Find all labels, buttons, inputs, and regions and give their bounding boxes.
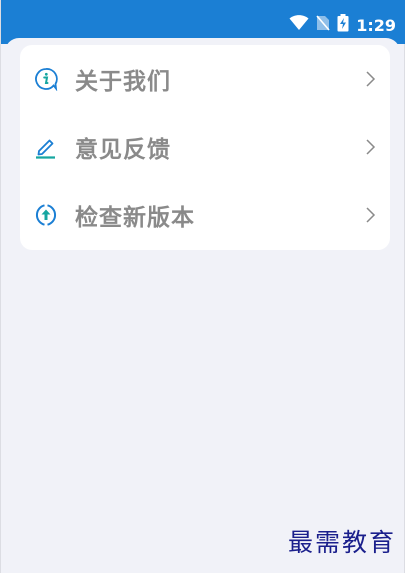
settings-screen: 1:29 关于我们 意见反馈 检查新版本 最需教育 <box>0 0 405 573</box>
wifi-icon <box>289 15 309 35</box>
battery-charging-icon <box>337 14 349 36</box>
chevron-right-icon <box>364 206 376 224</box>
menu-item-label: 意见反馈 <box>75 137 171 163</box>
chevron-right-icon <box>364 70 376 88</box>
status-icons: 1:29 <box>289 14 396 36</box>
menu-item-label: 检查新版本 <box>75 205 195 231</box>
menu-card: 关于我们 意见反馈 检查新版本 <box>20 45 390 250</box>
menu-item-feedback[interactable]: 意见反馈 <box>20 115 390 179</box>
chevron-right-icon <box>364 138 376 156</box>
info-icon <box>34 67 58 91</box>
update-icon <box>34 203 58 227</box>
menu-item-check-update[interactable]: 检查新版本 <box>20 183 390 247</box>
menu-item-about-us[interactable]: 关于我们 <box>20 47 390 111</box>
watermark-logo: 最需教育 <box>287 528 396 557</box>
status-time: 1:29 <box>356 15 396 35</box>
edit-icon <box>34 135 58 159</box>
no-sim-icon <box>316 15 330 35</box>
menu-item-label: 关于我们 <box>75 69 171 95</box>
